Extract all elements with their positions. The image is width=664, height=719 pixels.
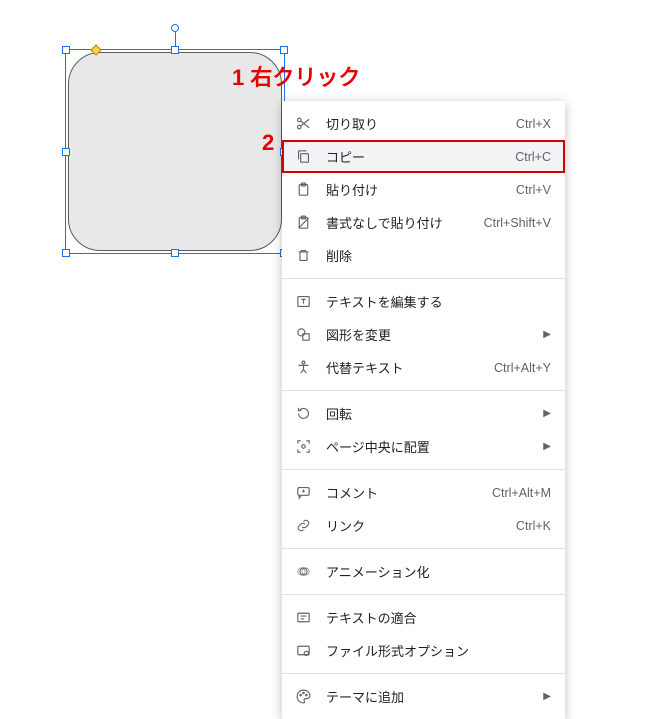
- menu-label: 図形を変更: [326, 325, 535, 344]
- scissors-icon: [294, 115, 312, 133]
- resize-handle-tm[interactable]: [171, 46, 179, 54]
- menu-label: ページ中央に配置: [326, 437, 535, 456]
- resize-handle-tl[interactable]: [62, 46, 70, 54]
- annotation-step2-number: 2: [262, 130, 274, 155]
- comment-icon: [294, 484, 312, 502]
- menu-shortcut: Ctrl+Shift+V: [484, 216, 551, 230]
- menu-shortcut: Ctrl+K: [516, 519, 551, 533]
- menu-label: コメント: [326, 483, 492, 502]
- rotation-stem: [175, 30, 176, 46]
- menu-label: 代替テキスト: [326, 358, 494, 377]
- resize-handle-tr[interactable]: [280, 46, 288, 54]
- menu-label: 削除: [326, 246, 551, 265]
- menu-item-fit-text[interactable]: テキストの適合: [282, 601, 565, 634]
- menu-shortcut: Ctrl+X: [516, 117, 551, 131]
- menu-label: 切り取り: [326, 114, 516, 133]
- menu-item-paste[interactable]: 貼り付け Ctrl+V: [282, 173, 565, 206]
- menu-shortcut: Ctrl+V: [516, 183, 551, 197]
- menu-separator: [282, 673, 565, 674]
- menu-separator: [282, 390, 565, 391]
- menu-item-change-shape[interactable]: 図形を変更 ▶: [282, 318, 565, 351]
- menu-item-comment[interactable]: コメント Ctrl+Alt+M: [282, 476, 565, 509]
- annotation-step2: 2: [262, 130, 274, 156]
- submenu-arrow-icon: ▶: [543, 691, 551, 702]
- resize-handle-ml[interactable]: [62, 148, 70, 156]
- annotation-step1-number: 1: [232, 65, 244, 90]
- context-menu: 切り取り Ctrl+X コピー Ctrl+C 貼り付け Ctrl+V 書式なしで…: [282, 101, 565, 719]
- menu-item-alt-text[interactable]: 代替テキスト Ctrl+Alt+Y: [282, 351, 565, 384]
- annotation-step1-text: 右クリック: [250, 65, 360, 90]
- submenu-arrow-icon: ▶: [543, 408, 551, 419]
- menu-item-add-theme[interactable]: テーマに追加 ▶: [282, 680, 565, 713]
- menu-item-rotate[interactable]: 回転 ▶: [282, 397, 565, 430]
- menu-separator: [282, 548, 565, 549]
- menu-item-cut[interactable]: 切り取り Ctrl+X: [282, 107, 565, 140]
- menu-label: 貼り付け: [326, 180, 516, 199]
- resize-handle-bm[interactable]: [171, 249, 179, 257]
- menu-label: 回転: [326, 404, 535, 423]
- trash-icon: [294, 247, 312, 265]
- menu-item-format-options[interactable]: ファイル形式オプション: [282, 634, 565, 667]
- menu-item-copy[interactable]: コピー Ctrl+C: [282, 140, 565, 173]
- menu-shortcut: Ctrl+Alt+Y: [494, 361, 551, 375]
- palette-icon: [294, 688, 312, 706]
- menu-label: アニメーション化: [326, 562, 551, 581]
- menu-separator: [282, 469, 565, 470]
- fit-text-icon: [294, 609, 312, 627]
- rotate-icon: [294, 405, 312, 423]
- menu-separator: [282, 594, 565, 595]
- menu-item-animate[interactable]: アニメーション化: [282, 555, 565, 588]
- menu-shortcut: Ctrl+C: [515, 150, 551, 164]
- shapes-icon: [294, 326, 312, 344]
- menu-label: テキストの適合: [326, 608, 551, 627]
- animation-icon: [294, 563, 312, 581]
- submenu-arrow-icon: ▶: [543, 329, 551, 340]
- menu-label: 書式なしで貼り付け: [326, 213, 484, 232]
- clipboard-strike-icon: [294, 214, 312, 232]
- menu-item-delete[interactable]: 削除: [282, 239, 565, 272]
- menu-shortcut: Ctrl+Alt+M: [492, 486, 551, 500]
- accessibility-icon: [294, 359, 312, 377]
- menu-item-paste-unformatted[interactable]: 書式なしで貼り付け Ctrl+Shift+V: [282, 206, 565, 239]
- copy-icon: [294, 148, 312, 166]
- clipboard-icon: [294, 181, 312, 199]
- annotation-step1: 1 右クリック: [232, 60, 360, 92]
- link-icon: [294, 517, 312, 535]
- menu-label: テーマに追加: [326, 687, 535, 706]
- text-box-icon: [294, 293, 312, 311]
- menu-separator: [282, 278, 565, 279]
- menu-item-edit-text[interactable]: テキストを編集する: [282, 285, 565, 318]
- editor-canvas[interactable]: 1 右クリック 2 切り取り Ctrl+X コピー Ctrl+C 貼り付け Ct…: [0, 0, 664, 700]
- menu-label: リンク: [326, 516, 516, 535]
- menu-label: コピー: [326, 147, 515, 166]
- rotation-handle[interactable]: [171, 24, 179, 32]
- menu-label: テキストを編集する: [326, 292, 551, 311]
- resize-handle-bl[interactable]: [62, 249, 70, 257]
- menu-item-link[interactable]: リンク Ctrl+K: [282, 509, 565, 542]
- format-options-icon: [294, 642, 312, 660]
- menu-label: ファイル形式オプション: [326, 641, 551, 660]
- center-focus-icon: [294, 438, 312, 456]
- menu-item-center-page[interactable]: ページ中央に配置 ▶: [282, 430, 565, 463]
- submenu-arrow-icon: ▶: [543, 441, 551, 452]
